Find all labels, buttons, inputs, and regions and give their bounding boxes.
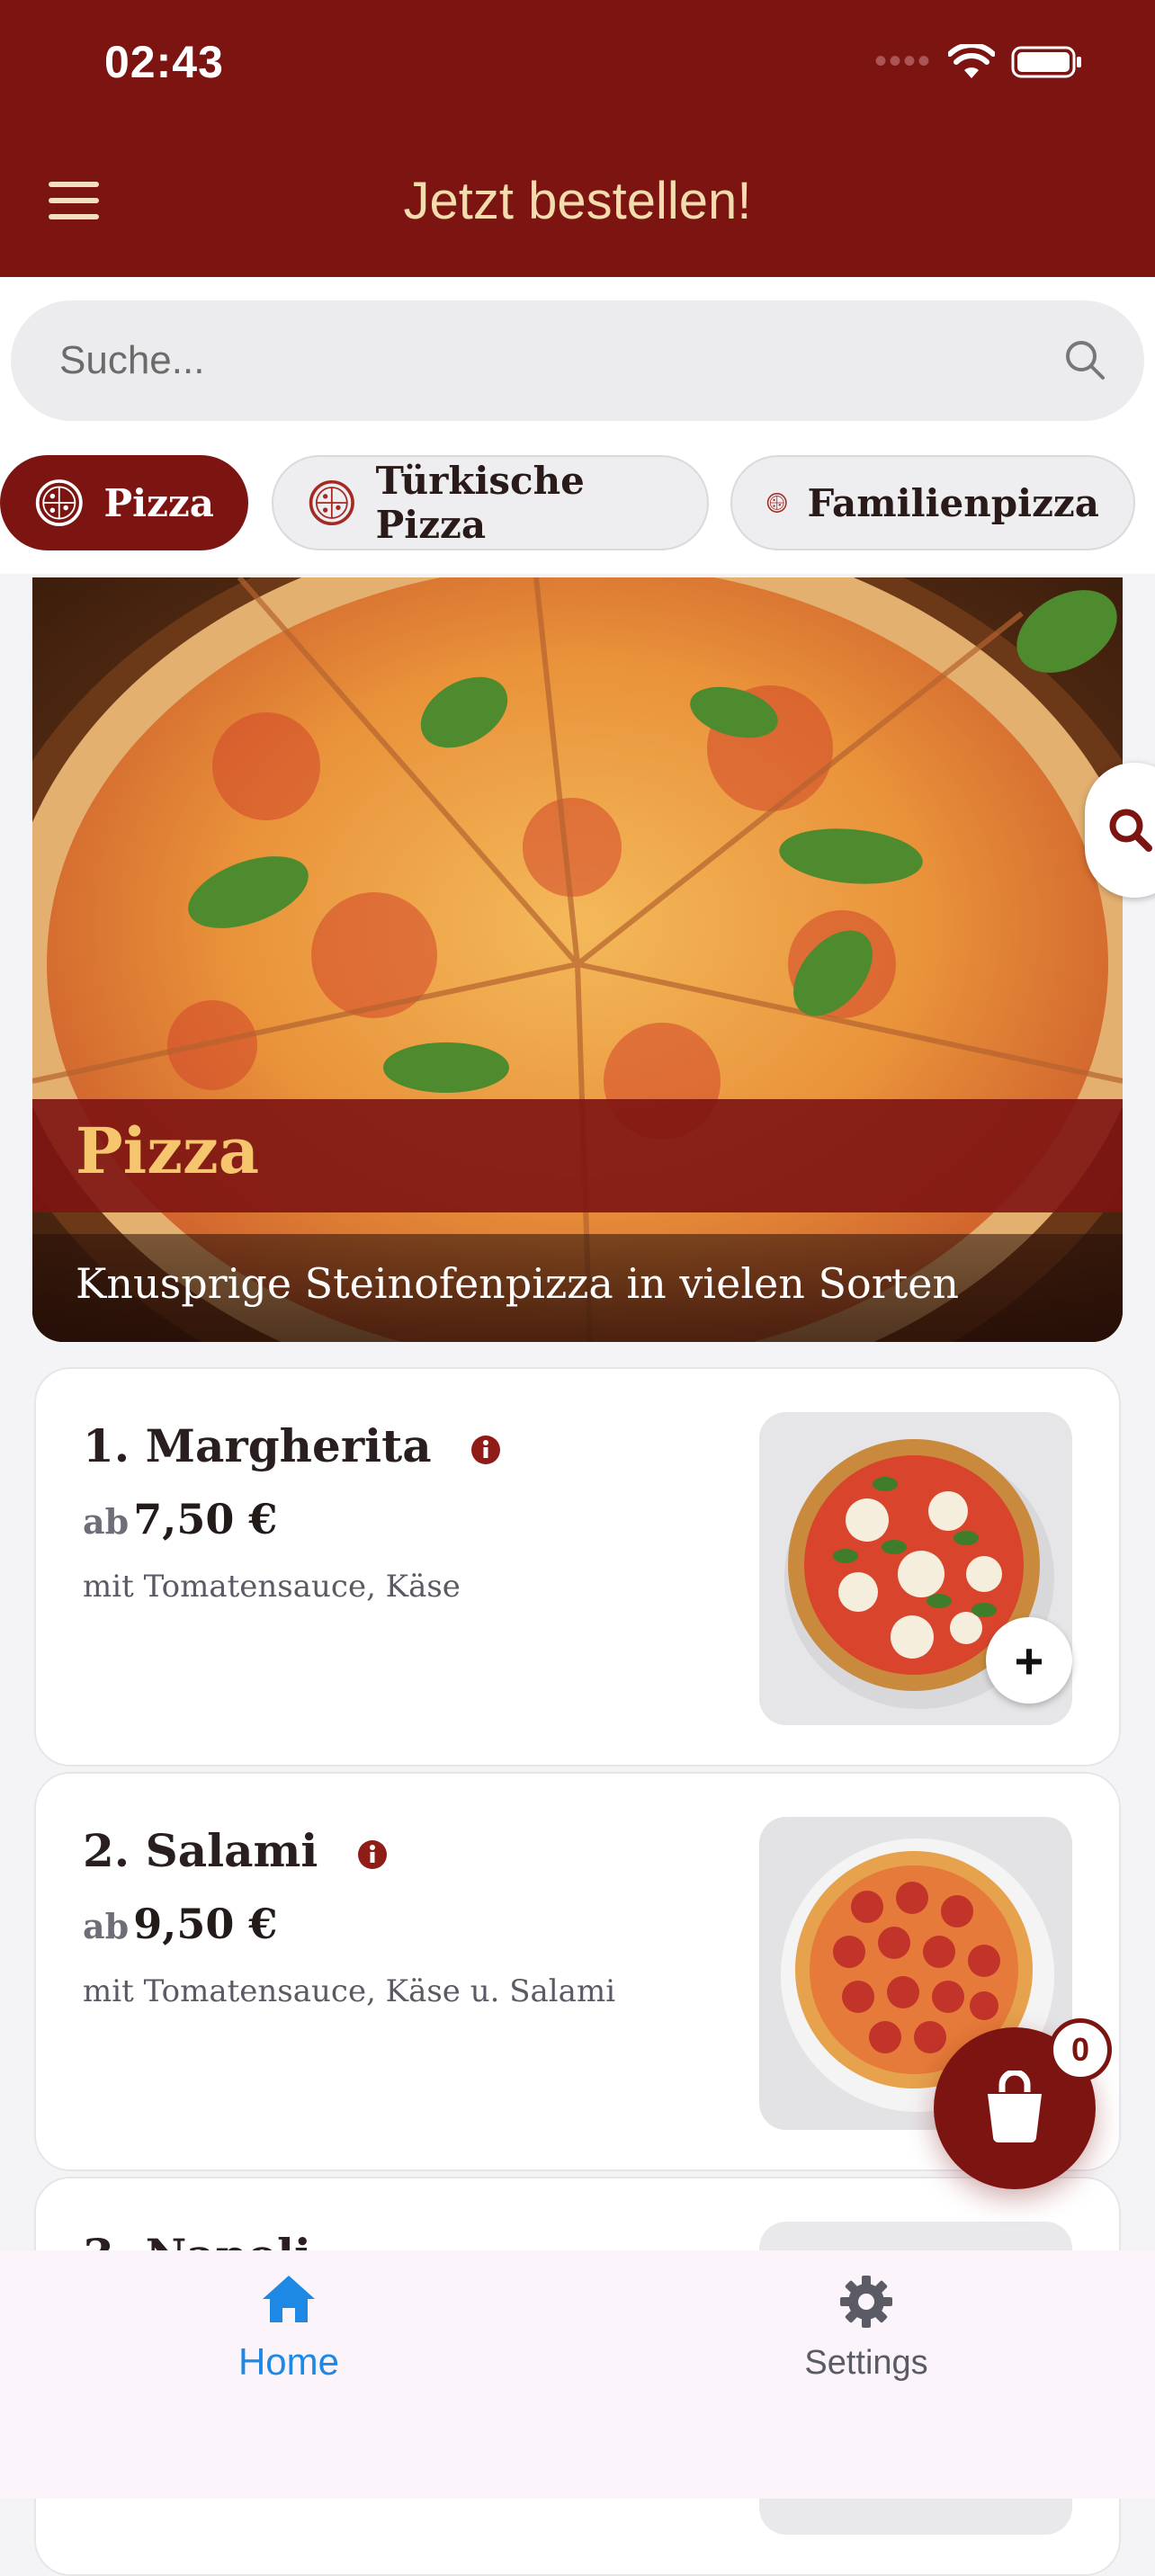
- home-icon: [263, 2276, 315, 2322]
- bottom-navigation: Home Settings: [0, 2250, 1155, 2499]
- cart-count-badge: 0: [1049, 2018, 1112, 2081]
- product-description: mit Tomatensauce, Käse u. Salami: [83, 1973, 616, 2009]
- product-name: 1. Margherita: [83, 1419, 501, 1472]
- pizza-icon: [35, 479, 83, 526]
- category-chip-familienpizza[interactable]: Familienpizza: [730, 455, 1135, 550]
- search-input[interactable]: [58, 336, 1033, 385]
- info-icon[interactable]: [470, 1435, 501, 1465]
- status-time: 02:43: [104, 37, 224, 87]
- price-prefix: ab: [83, 1501, 130, 1542]
- battery-icon: [1011, 46, 1081, 77]
- category-chip-label: Türkische Pizza: [375, 459, 585, 547]
- shopping-bag-icon: [988, 2071, 1042, 2142]
- info-icon[interactable]: [357, 1839, 388, 1870]
- product-name-text: 2. Salami: [83, 1824, 318, 1877]
- category-chip-tuerkische-pizza[interactable]: Türkische Pizza: [272, 455, 709, 550]
- search-icon: [1109, 809, 1152, 852]
- product-price: ab 9,50 €: [83, 1900, 277, 1948]
- pizza-icon: [309, 479, 354, 526]
- hero-subtitle: Knusprige Steinofenpizza in vielen Sorte…: [76, 1259, 960, 1308]
- product-card-margherita[interactable]: 1. Margherita ab 7,50 € mit Tomatensauce…: [34, 1367, 1121, 1767]
- price-value: 9,50 €: [133, 1900, 278, 1948]
- category-hero: Pizza Knusprige Steinofenpizza in vielen…: [32, 577, 1123, 1342]
- product-description: mit Tomatensauce, Käse: [83, 1569, 461, 1605]
- hero-title: Pizza: [76, 1114, 260, 1188]
- pizza-icon: [766, 493, 787, 513]
- price-value: 7,50 €: [133, 1495, 278, 1543]
- category-chip-label: Familienpizza: [807, 480, 1099, 525]
- product-name-text: 1. Margherita: [83, 1419, 432, 1472]
- nav-home-label: Home: [237, 2340, 340, 2383]
- search-icon[interactable]: [1063, 338, 1106, 381]
- category-chip-pizza[interactable]: Pizza: [0, 455, 248, 550]
- hero-subtitle-band: Knusprige Steinofenpizza in vielen Sorte…: [32, 1234, 1123, 1342]
- nav-settings-label: Settings: [804, 2344, 928, 2382]
- gear-icon: [840, 2276, 892, 2328]
- floating-search-button[interactable]: [1085, 763, 1155, 898]
- search-bar: [11, 300, 1144, 421]
- category-chip-label: Pizza: [103, 480, 214, 525]
- product-name: 2. Salami: [83, 1824, 388, 1877]
- status-icons: ••••: [874, 41, 1083, 82]
- price-prefix: ab: [83, 1906, 130, 1946]
- hero-title-band: Pizza: [32, 1099, 1123, 1212]
- wifi-icon: [948, 43, 995, 78]
- product-price: ab 7,50 €: [83, 1495, 277, 1543]
- add-to-cart-button[interactable]: +: [986, 1617, 1072, 1704]
- signal-icon: ••••: [873, 41, 932, 81]
- app-header: 02:43 •••• Jetzt bestellen!: [0, 0, 1155, 277]
- page-title: Jetzt bestellen!: [403, 172, 752, 230]
- pizza-hero-image: [32, 577, 1123, 1342]
